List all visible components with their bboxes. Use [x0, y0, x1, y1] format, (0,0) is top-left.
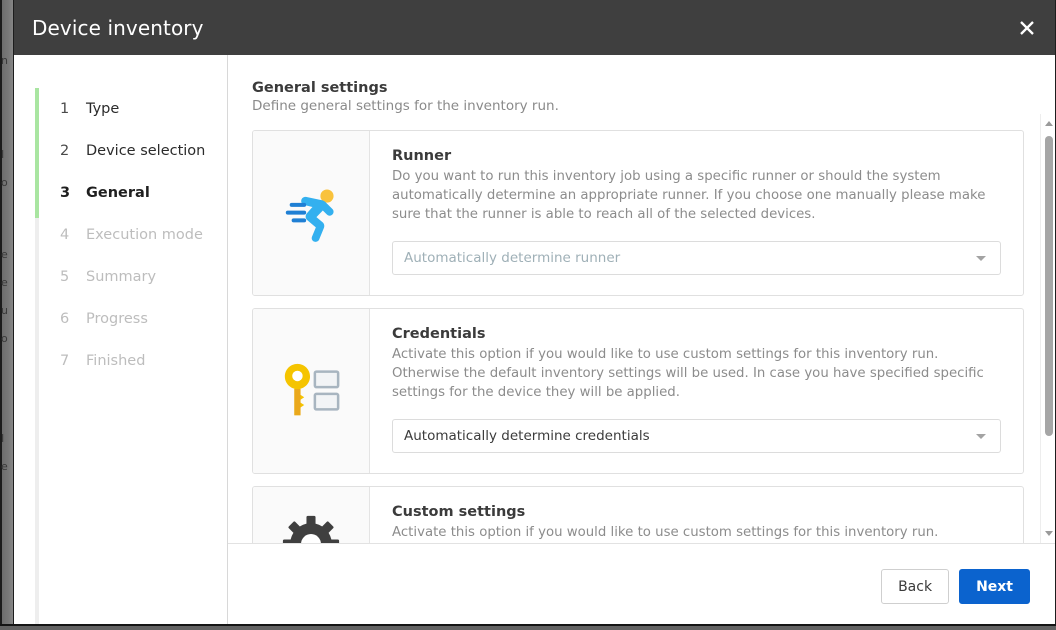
background-window-sliver: n I o e e u o I e [0, 0, 14, 630]
card-title: Runner [392, 148, 1001, 164]
scroll-region: Runner Do you want to run this inventory … [228, 114, 1055, 543]
wizard-step-summary: 5Summary [14, 256, 227, 298]
wizard-step-type[interactable]: 1Type [14, 88, 227, 130]
dialog-title: Device inventory [32, 16, 204, 40]
device-inventory-dialog: Device inventory 1Type2Device selection3… [13, 0, 1056, 630]
page-title: General settings [252, 80, 1025, 96]
select-value: Automatically determine credentials [404, 428, 976, 444]
content-panel: General settings Define general settings… [228, 55, 1055, 629]
desktop-bottom-strip [0, 624, 1056, 630]
card-description: Do you want to run this inventory job us… [392, 167, 1001, 224]
step-number: 3 [60, 185, 78, 201]
dialog-body: 1Type2Device selection3General4Execution… [14, 55, 1055, 629]
dialog-titlebar: Device inventory [14, 0, 1055, 55]
wizard-step-general[interactable]: 3General [14, 172, 227, 214]
content-header: General settings Define general settings… [228, 55, 1055, 114]
gear-icon [282, 515, 340, 544]
chevron-down-icon [976, 434, 986, 439]
card-icon-cell [253, 309, 370, 473]
close-icon [1018, 19, 1036, 37]
runner-select[interactable]: Automatically determine runner [392, 241, 1001, 275]
step-label: Device selection [60, 143, 205, 159]
card-icon-cell [253, 131, 370, 295]
step-label: Execution mode [60, 227, 203, 243]
card-title: Custom settings [392, 504, 1001, 520]
wizard-steps-sidebar: 1Type2Device selection3General4Execution… [14, 55, 228, 629]
select-value: Automatically determine runner [404, 250, 976, 266]
card-content: Credentials Activate this option if you w… [370, 309, 1023, 473]
card-icon-cell [253, 487, 370, 543]
dialog-footer: Back Next [228, 543, 1055, 629]
step-number: 1 [60, 101, 78, 117]
card-content: Custom settings Activate this option if y… [370, 487, 1023, 543]
card-description: Activate this option if you would like t… [392, 523, 1001, 543]
runner-icon [280, 182, 342, 244]
scrollbar-thumb[interactable] [1045, 136, 1053, 436]
settings-card-runner: Runner Do you want to run this inventory … [252, 130, 1024, 296]
wizard-step-progress: 6Progress [14, 298, 227, 340]
chevron-down-icon [976, 256, 986, 261]
scroll-up-arrow-icon[interactable] [1041, 116, 1056, 131]
vertical-scrollbar[interactable] [1040, 114, 1055, 543]
step-number: 5 [60, 269, 78, 285]
step-number: 2 [60, 143, 78, 159]
scroll-down-arrow-icon[interactable] [1041, 526, 1056, 541]
step-number: 4 [60, 227, 78, 243]
key-credentials-icon [280, 360, 342, 422]
step-list: 1Type2Device selection3General4Execution… [14, 88, 227, 382]
wizard-step-device-selection[interactable]: 2Device selection [14, 130, 227, 172]
back-button[interactable]: Back [881, 569, 949, 604]
settings-card-custom-settings: Custom settings Activate this option if y… [252, 486, 1024, 543]
close-button[interactable] [999, 0, 1055, 55]
wizard-step-finished: 7Finished [14, 340, 227, 382]
settings-card-credentials: Credentials Activate this option if you w… [252, 308, 1024, 474]
step-number: 6 [60, 311, 78, 327]
next-button[interactable]: Next [959, 569, 1030, 604]
credentials-select[interactable]: Automatically determine credentials [392, 419, 1001, 453]
card-content: Runner Do you want to run this inventory … [370, 131, 1023, 295]
card-title: Credentials [392, 326, 1001, 342]
settings-card-list: Runner Do you want to run this inventory … [228, 114, 1040, 543]
step-number: 7 [60, 353, 78, 369]
card-description: Activate this option if you would like t… [392, 345, 1001, 402]
wizard-step-execution-mode: 4Execution mode [14, 214, 227, 256]
page-subtitle: Define general settings for the inventor… [252, 98, 1025, 114]
